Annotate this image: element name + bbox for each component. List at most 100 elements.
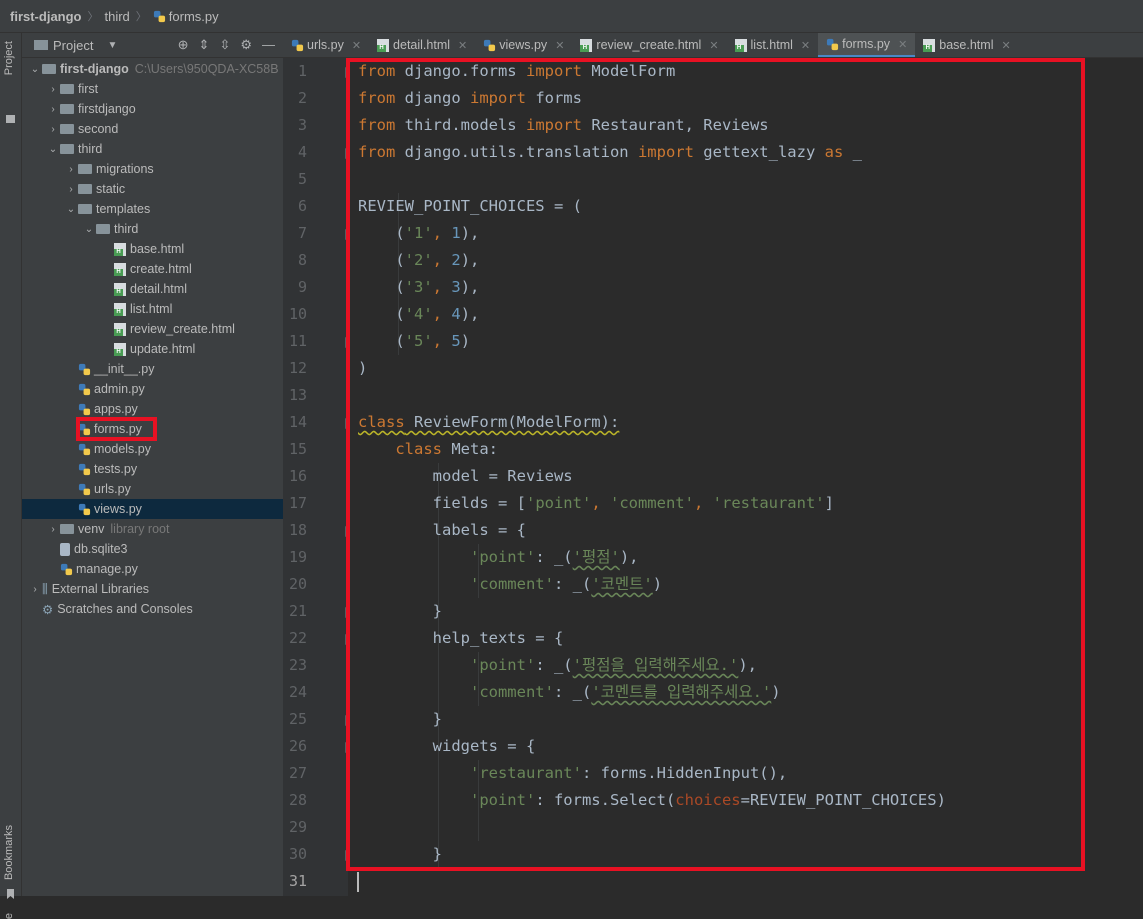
chevron-right-icon[interactable]: › xyxy=(46,524,60,535)
tree-item-hint: library root xyxy=(110,522,170,536)
gear-icon[interactable]: ⚙ xyxy=(240,37,252,53)
tree-item[interactable]: › firstdjango xyxy=(22,99,307,119)
breadcrumb-file[interactable]: forms.py xyxy=(169,9,219,24)
html-file-icon xyxy=(114,342,126,356)
close-icon[interactable]: ✕ xyxy=(458,39,467,52)
editor-tab[interactable]: detail.html ✕ xyxy=(369,33,475,57)
line-number: 27 xyxy=(288,764,307,782)
python-file-icon xyxy=(78,503,91,515)
editor-tab[interactable]: list.html ✕ xyxy=(727,33,819,57)
line-number: 8 xyxy=(297,251,307,269)
line-number: 13 xyxy=(288,386,307,404)
expand-all-icon[interactable]: ⇕ xyxy=(199,37,210,53)
editor-tab[interactable]: views.py ✕ xyxy=(475,33,572,57)
tree-item[interactable]: ⌄ third xyxy=(22,139,307,159)
tree-item[interactable]: urls.py xyxy=(22,479,325,499)
tree-item-label: first xyxy=(78,82,99,96)
tree-item[interactable]: › venv library root xyxy=(22,519,307,539)
collapse-all-icon[interactable]: ⇳ xyxy=(219,37,230,53)
line-number: 1 xyxy=(297,62,307,80)
close-icon[interactable]: ✕ xyxy=(555,39,564,52)
html-file-icon xyxy=(114,262,126,276)
tree-item-label: base.html xyxy=(130,242,185,256)
tree-item-label: templates xyxy=(96,202,151,216)
tree-item[interactable]: tests.py xyxy=(22,459,325,479)
chevron-right-icon[interactable]: › xyxy=(64,164,78,175)
editor-tab[interactable]: review_create.html ✕ xyxy=(572,33,726,57)
project-view-selector[interactable]: Project xyxy=(53,38,93,53)
line-number: 25 xyxy=(288,710,307,728)
editor-tab-label: urls.py xyxy=(307,38,344,52)
tree-item-label: review_create.html xyxy=(130,322,235,336)
tree-item[interactable]: ⚙ Scratches and Consoles xyxy=(22,599,289,619)
text-caret xyxy=(357,872,359,892)
html-file-icon xyxy=(923,38,936,52)
html-file-icon xyxy=(114,302,126,316)
chevron-down-icon[interactable]: ⌄ xyxy=(46,144,60,155)
breadcrumb-project[interactable]: first-django xyxy=(10,9,82,24)
code-highlight-box xyxy=(346,58,1085,871)
tree-item[interactable]: forms.py xyxy=(22,419,325,439)
chevron-down-icon[interactable]: ⌄ xyxy=(28,64,42,75)
close-icon[interactable]: ✕ xyxy=(801,39,810,52)
line-number: 14 xyxy=(288,413,307,431)
line-number-gutter: 1 2 3 4 5 6 7 8 9 10 11 12 13 14 15 16 17 18 19 20 21 22 23 24 2… xyxy=(283,58,355,896)
editor-tab[interactable]: base.html ✕ xyxy=(915,33,1018,57)
tree-item[interactable]: › migrations xyxy=(22,159,325,179)
project-tool-button[interactable]: Project xyxy=(3,41,15,75)
line-number: 24 xyxy=(288,683,307,701)
close-icon[interactable]: ✕ xyxy=(1001,39,1010,52)
tree-item[interactable]: models.py xyxy=(22,439,325,459)
python-file-icon xyxy=(484,39,496,51)
chevron-down-icon[interactable]: ▼ xyxy=(107,40,117,51)
structure-tool-button[interactable]: e xyxy=(3,913,15,919)
line-number: 29 xyxy=(288,818,307,836)
html-file-icon xyxy=(580,38,593,52)
folder-icon xyxy=(60,124,74,134)
line-number: 30 xyxy=(288,845,307,863)
chevron-right-icon[interactable]: › xyxy=(28,584,42,595)
editor-tab[interactable]: urls.py ✕ xyxy=(283,33,369,57)
tree-item[interactable]: __init__.py xyxy=(22,359,325,379)
close-icon[interactable]: ✕ xyxy=(709,39,718,52)
tree-item[interactable]: › first xyxy=(22,79,307,99)
line-number: 22 xyxy=(288,629,307,647)
tree-item[interactable]: admin.py xyxy=(22,379,325,399)
breadcrumb-folder[interactable]: third xyxy=(105,9,130,24)
tree-item[interactable]: › second xyxy=(22,119,307,139)
tree-item[interactable]: ⌄ templates xyxy=(22,199,325,219)
tree-item-label: first-django xyxy=(60,62,129,76)
editor-tab[interactable]: forms.py ✕ xyxy=(818,33,916,57)
tree-item[interactable]: apps.py xyxy=(22,399,325,419)
tree-item[interactable]: manage.py xyxy=(22,559,307,579)
folder-icon xyxy=(60,144,74,154)
line-number: 28 xyxy=(288,791,307,809)
chevron-right-icon[interactable]: › xyxy=(46,84,60,95)
chevron-down-icon[interactable]: ⌄ xyxy=(64,204,78,215)
bookmark-icon xyxy=(7,889,14,899)
tree-item-label: admin.py xyxy=(94,382,145,396)
tree-item[interactable]: ⌄ first-django C:\Users\950QDA-XC58B xyxy=(22,59,289,79)
tree-item[interactable]: views.py xyxy=(22,499,325,519)
tree-item[interactable]: › ⫼ External Libraries xyxy=(22,579,289,599)
tree-item-label: db.sqlite3 xyxy=(74,542,128,556)
folder-icon xyxy=(96,224,110,234)
tree-item-label: __init__.py xyxy=(94,362,155,376)
chevron-down-icon[interactable]: ⌄ xyxy=(82,224,96,235)
line-number: 12 xyxy=(288,359,307,377)
locate-icon[interactable]: ⊕ xyxy=(178,37,189,53)
line-number: 4 xyxy=(297,143,307,161)
bookmarks-tool-button[interactable]: Bookmarks xyxy=(3,825,15,880)
close-icon[interactable]: ✕ xyxy=(352,39,361,52)
chevron-right-icon[interactable]: › xyxy=(64,184,78,195)
close-icon[interactable]: ✕ xyxy=(898,38,907,51)
folder-icon xyxy=(60,84,74,94)
hide-icon[interactable]: — xyxy=(262,37,275,53)
chevron-right-icon[interactable]: › xyxy=(46,104,60,115)
line-number: 31 xyxy=(288,872,307,890)
line-number: 21 xyxy=(288,602,307,620)
chevron-right-icon[interactable]: › xyxy=(46,124,60,135)
database-file-icon xyxy=(60,542,70,556)
tree-item[interactable]: db.sqlite3 xyxy=(22,539,307,559)
tree-item[interactable]: › static xyxy=(22,179,325,199)
